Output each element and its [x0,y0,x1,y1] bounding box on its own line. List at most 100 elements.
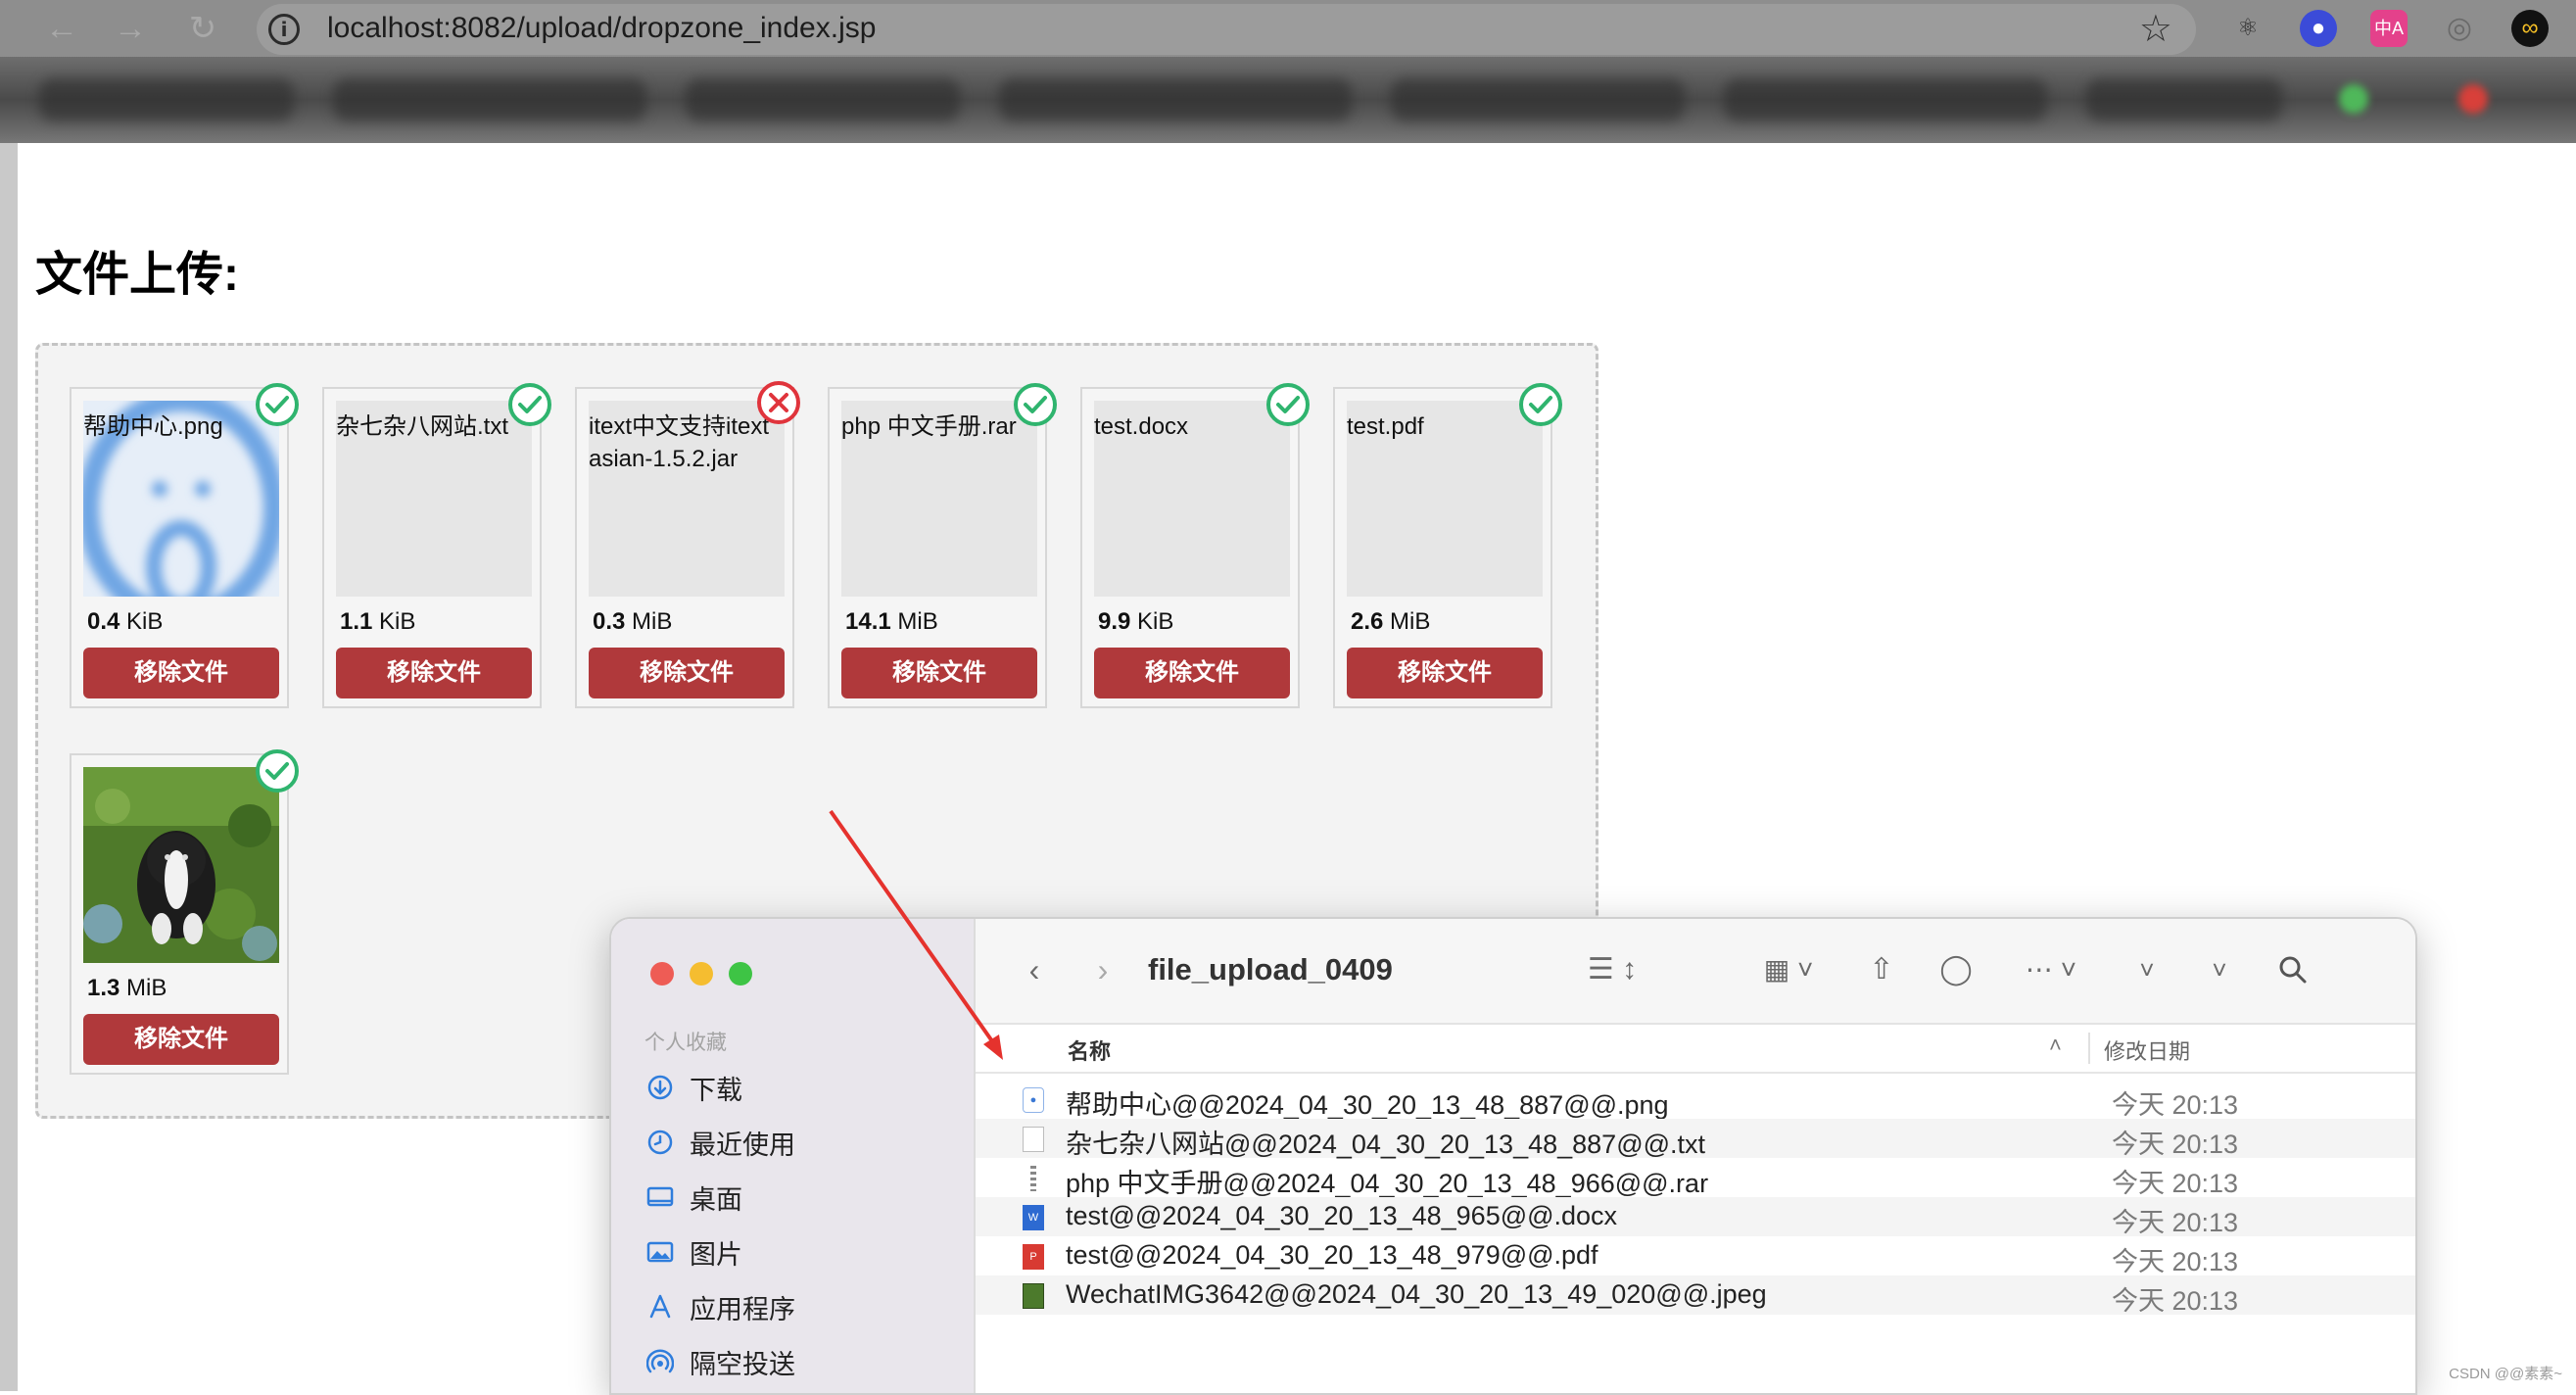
reload-icon[interactable]: ↻ [180,6,225,51]
file-name: test.pdf [1347,413,1424,440]
minimize-window-button[interactable] [690,962,713,986]
file-size: 2.6 MiB [1351,608,1431,635]
forward-arrow-icon[interactable]: → [108,6,153,51]
left-edge-strip [0,143,18,1391]
info-icon[interactable]: i [268,14,300,45]
sidebar-item-label: 应用程序 [690,1294,795,1324]
search-icon[interactable] [2268,948,2317,991]
record-extension-icon[interactable]: ◎ [2441,10,2478,47]
infinity-extension-icon[interactable]: ∞ [2511,10,2549,47]
forward-chevron-icon[interactable]: › [1083,948,1122,991]
photo-icon [644,1236,676,1268]
ghost-extension-icon[interactable]: ● [2300,10,2337,47]
bookmarks-bar [0,57,2576,143]
file-size: 0.3 MiB [593,608,673,635]
list-item[interactable]: 杂七杂八网站@@2024_04_30_20_13_48_887@@.txt 今天… [976,1119,2415,1159]
sidebar-item-desktop[interactable]: 桌面 [644,1174,742,1221]
remove-file-button[interactable]: 移除文件 [1094,648,1290,698]
list-item[interactable]: W test@@2024_04_30_20_13_48_965@@.docx 今… [976,1197,2415,1237]
success-check-icon [256,749,299,793]
file-list-name: 帮助中心@@2024_04_30_20_13_48_887@@.png [1066,1090,1669,1120]
sidebar-item-airdrop[interactable]: 隔空投送 [644,1338,795,1385]
more-actions-icon[interactable]: ⋯ ˅ [2012,948,2090,991]
clock-icon [644,1127,676,1158]
column-name-header[interactable]: 名称 [1068,1034,1111,1066]
file-size: 9.9 KiB [1098,608,1174,635]
sidebar-item-label: 下载 [690,1075,742,1105]
chevron-down-icon[interactable]: ˅ [2200,948,2239,991]
file-name: php 中文手册.rar [841,413,1017,440]
grid-view-icon[interactable]: ▦ ˅ [1749,948,1828,991]
remove-file-button[interactable]: 移除文件 [589,648,785,698]
file-size: 1.3 MiB [87,975,167,1001]
airdrop-icon [644,1346,676,1377]
back-chevron-icon[interactable]: ‹ [1015,948,1054,991]
share-icon[interactable]: ⇧ [1857,948,1906,991]
file-preview: 杂七杂八网站.txt 1.1 KiB 移除文件 [322,383,551,708]
remove-file-button[interactable]: 移除文件 [83,648,279,698]
jpeg-file-icon [1023,1283,1044,1309]
zoom-window-button[interactable] [729,962,752,986]
sidebar-item-label: 最近使用 [690,1130,795,1160]
list-item[interactable]: ● 帮助中心@@2024_04_30_20_13_48_887@@.png 今天… [976,1080,2415,1120]
file-preview: test.pdf 2.6 MiB 移除文件 [1333,383,1562,708]
success-check-icon [508,383,551,426]
sidebar-item-recents[interactable]: 最近使用 [644,1119,795,1166]
file-list-name: WechatIMG3642@@2024_04_30_20_13_49_020@@… [1066,1279,1767,1309]
tag-icon[interactable]: ◯ [1932,948,1980,991]
list-view-icon[interactable]: ☰ ↕ [1573,948,1651,991]
sidebar-item-downloads[interactable]: 下载 [644,1064,742,1111]
success-check-icon [1519,383,1562,426]
file-name: test.docx [1094,413,1189,440]
remove-file-button[interactable]: 移除文件 [336,648,532,698]
sidebar-item-label: 隔空投送 [690,1349,795,1379]
close-window-button[interactable] [650,962,674,986]
file-thumbnail [83,767,279,963]
watermark-text: CSDN @@素素~ [2449,1366,2562,1382]
sidebar-item-applications[interactable]: 应用程序 [644,1283,795,1330]
docx-file-icon: W [1023,1205,1044,1230]
column-header: 名称 ˄ 修改日期 [976,1025,2415,1074]
list-item[interactable]: php 中文手册@@2024_04_30_20_13_48_966@@.rar … [976,1158,2415,1198]
dog-photo-thumbnail [83,767,279,963]
list-item[interactable]: WechatIMG3642@@2024_04_30_20_13_49_020@@… [976,1275,2415,1316]
remove-file-button[interactable]: 移除文件 [83,1014,279,1065]
success-check-icon [256,383,299,426]
finder-window: 个人收藏 下载 最近使用 桌面 图片 应用程序 隔空投送 ‹ › file_up… [609,917,2417,1395]
url-text[interactable]: localhost:8082/upload/dropzone_index.jsp [327,12,876,45]
sidebar-item-label: 桌面 [690,1184,742,1215]
success-check-icon [1266,383,1310,426]
rar-file-icon [1030,1166,1036,1191]
file-list-name: test@@2024_04_30_20_13_48_965@@.docx [1066,1201,1618,1230]
column-date-header[interactable]: 修改日期 [2104,1034,2190,1066]
file-list-date: 今天 20:13 [2112,1169,2239,1198]
file-preview: test.docx 9.9 KiB 移除文件 [1080,383,1310,708]
page-title: 文件上传: [35,249,239,301]
file-preview: itext中文支持itextasian-1.5.2.jar 0.3 MiB 移除… [575,381,800,708]
file-list: ● 帮助中心@@2024_04_30_20_13_48_887@@.png 今天… [976,1080,2415,1316]
file-list-date: 今天 20:13 [2112,1090,2239,1120]
desktop-icon [644,1181,676,1213]
file-list-name: 杂七杂八网站@@2024_04_30_20_13_48_887@@.txt [1066,1130,1706,1159]
file-size: 14.1 MiB [845,608,938,635]
sort-ascending-icon[interactable]: ˄ [2049,1033,2062,1058]
list-item[interactable]: P test@@2024_04_30_20_13_48_979@@.pdf 今天… [976,1236,2415,1276]
address-bar[interactable]: i localhost:8082/upload/dropzone_index.j… [257,4,2196,55]
file-name: 杂七杂八网站.txt [336,413,509,440]
remove-file-button[interactable]: 移除文件 [841,648,1037,698]
apps-icon [644,1291,676,1323]
column-divider[interactable] [2088,1033,2090,1064]
react-devtools-icon[interactable]: ⚛ [2229,10,2266,47]
translate-extension-icon[interactable]: 中A [2370,10,2408,47]
error-x-icon [757,381,800,424]
folder-title: file_upload_0409 [1148,952,1393,986]
remove-file-button[interactable]: 移除文件 [1347,648,1543,698]
sidebar-item-label: 图片 [690,1239,742,1270]
sidebar-item-pictures[interactable]: 图片 [644,1228,742,1275]
file-list-name: test@@2024_04_30_20_13_48_979@@.pdf [1066,1240,1598,1270]
back-arrow-icon[interactable]: ← [39,6,84,51]
file-list-date: 今天 20:13 [2112,1208,2239,1237]
chevron-down-icon[interactable]: ˅ [2127,948,2167,991]
file-list-date: 今天 20:13 [2112,1286,2239,1316]
star-icon[interactable]: ☆ [2139,8,2172,51]
